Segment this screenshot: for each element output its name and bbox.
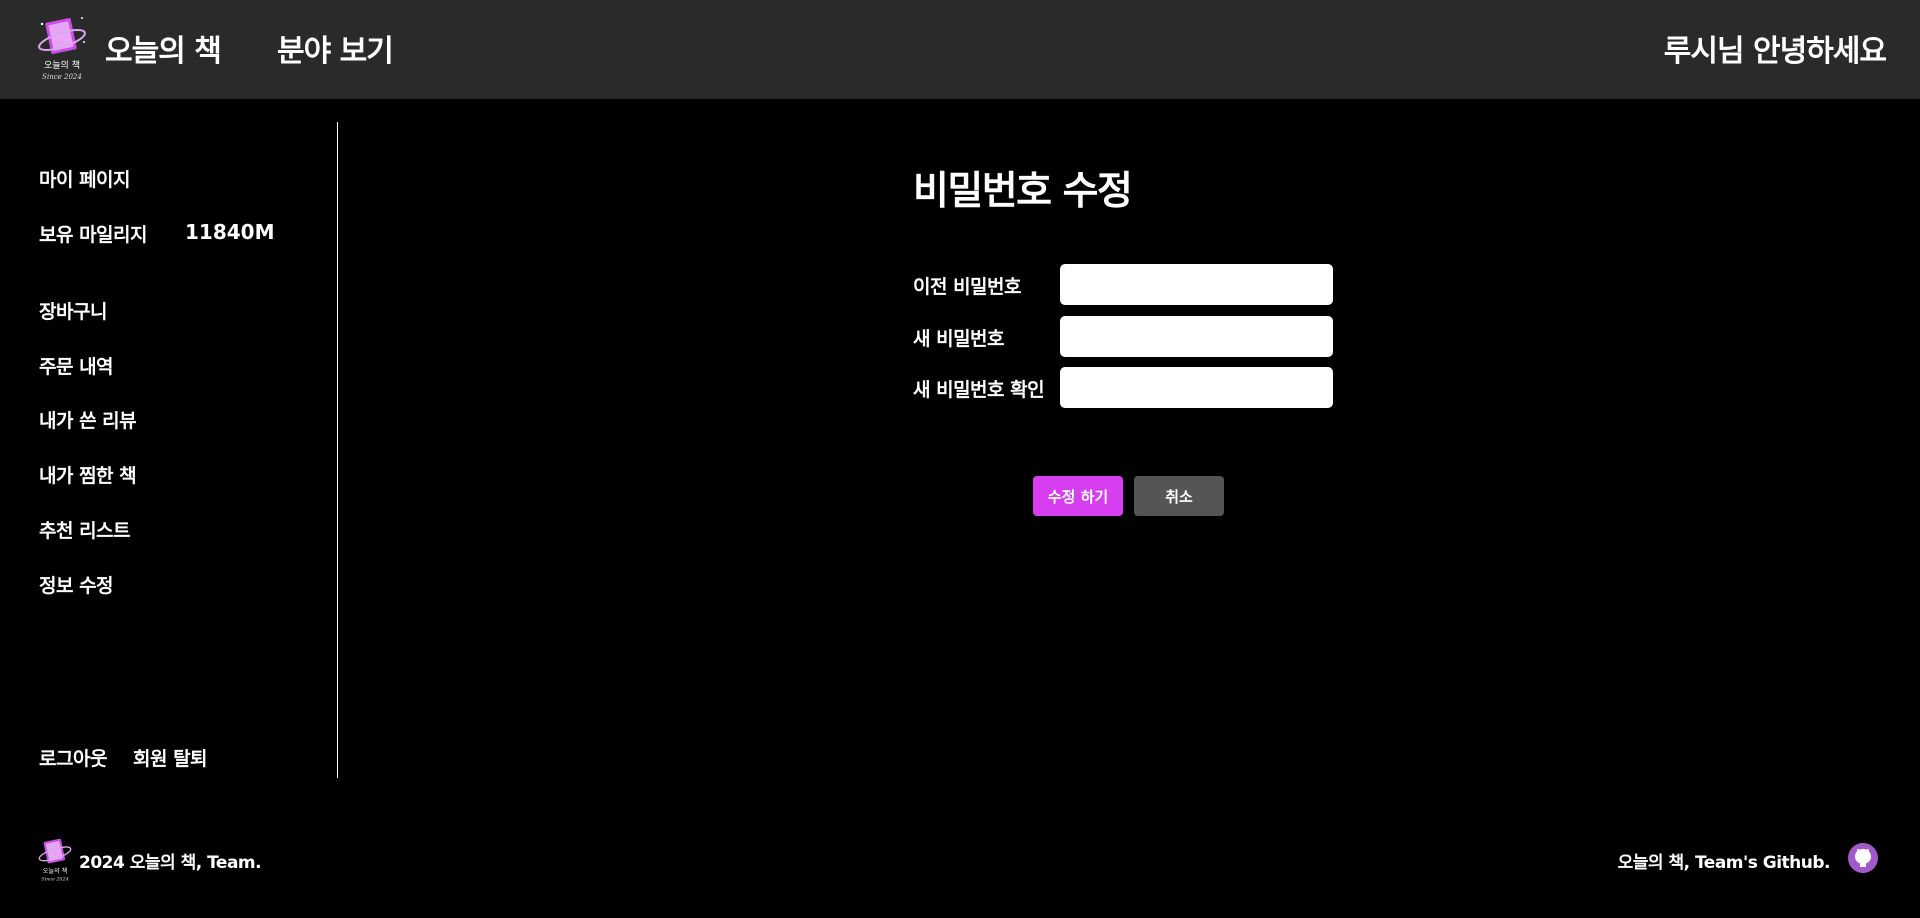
footer-copyright: 2024 오늘의 책, Team. <box>79 853 262 873</box>
sidebar-item-recommendations[interactable]: 추천 리스트 <box>39 516 131 543</box>
footer-logo-subtext: Since 2024 <box>41 877 68 883</box>
footer-github-link[interactable]: 오늘의 책, Team's Github. <box>1618 848 1831 873</box>
sidebar-item-cart[interactable]: 장바구니 <box>39 297 107 324</box>
sidebar-divider <box>337 122 338 778</box>
sidebar-item-orders[interactable]: 주문 내역 <box>39 352 114 379</box>
withdraw-link[interactable]: 회원 탈퇴 <box>133 744 208 771</box>
book-planet-logo-icon[interactable]: 오늘의 책 Since 2024 <box>36 14 88 84</box>
nav-genre-link[interactable]: 분야 보기 <box>277 26 394 70</box>
logo-subtext: Since 2024 <box>42 73 82 81</box>
github-icon[interactable] <box>1848 843 1878 873</box>
sidebar-item-wishlist[interactable]: 내가 찜한 책 <box>39 461 137 488</box>
user-greeting: 루시님 안녕하세요 <box>1663 34 1887 69</box>
logout-link[interactable]: 로그아웃 <box>39 744 107 771</box>
confirm-password-input[interactable] <box>1060 367 1333 408</box>
old-password-input[interactable] <box>1060 264 1333 305</box>
cancel-button[interactable]: 취소 <box>1134 476 1224 516</box>
old-password-label: 이전 비밀번호 <box>913 276 1022 298</box>
new-password-input[interactable] <box>1060 316 1333 357</box>
confirm-password-label: 새 비밀번호 확인 <box>913 379 1045 401</box>
sidebar-my-page: 마이 페이지 <box>39 169 131 191</box>
page-title: 비밀번호 수정 <box>913 169 1133 214</box>
sidebar-item-edit-info[interactable]: 정보 수정 <box>39 571 114 598</box>
new-password-label: 새 비밀번호 <box>913 328 1005 350</box>
brand-title[interactable]: 오늘의 책 <box>105 26 222 70</box>
top-header: 오늘의 책 Since 2024 오늘의 책 분야 보기 루시님 안녕하세요 <box>0 0 1920 99</box>
footer-logo-text: 오늘의 책 <box>43 867 68 875</box>
mileage-value: 11840M <box>185 220 275 244</box>
footer-logo-icon: 오늘의 책 Since 2024 <box>38 838 72 883</box>
mileage-label: 보유 마일리지 <box>39 224 148 246</box>
logo-text: 오늘의 책 <box>44 59 80 71</box>
submit-button[interactable]: 수정 하기 <box>1033 476 1123 516</box>
sidebar-item-my-reviews[interactable]: 내가 쓴 리뷰 <box>39 406 137 433</box>
